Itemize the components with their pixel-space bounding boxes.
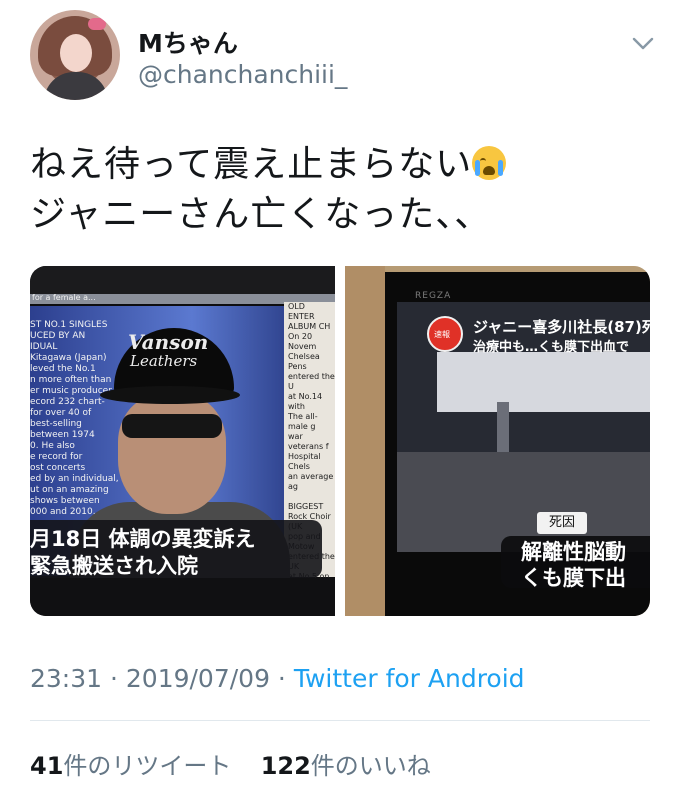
tweet-meta: 23:31 · 2019/07/09 · Twitter for Android bbox=[30, 664, 525, 693]
retweets-label: 件のリツイート bbox=[63, 752, 232, 780]
cause-label: 死因 bbox=[537, 512, 587, 534]
record-text-left: ST NO.1 SINGLES UCED BY AN IDUAL Kitagaw… bbox=[30, 320, 119, 517]
retweets-stat[interactable]: 41件のリツイート bbox=[30, 752, 231, 780]
cap-logo-line-2: Leathers bbox=[130, 352, 198, 370]
avatar-body bbox=[44, 72, 108, 100]
tweet-stats: 41件のリツイート 122件のいいね bbox=[30, 746, 431, 781]
retweets-count: 41 bbox=[30, 752, 64, 780]
tv-frame-top bbox=[30, 266, 335, 294]
user-handle[interactable]: @chanchanchiii_ bbox=[138, 60, 347, 89]
tv-brand: REGZA bbox=[415, 291, 452, 301]
cap-logo-line-1: Vanson bbox=[128, 330, 209, 354]
avatar-face bbox=[60, 34, 92, 72]
tweet-media: for a female a... ST NO.1 SINGLES UCED B… bbox=[30, 266, 650, 616]
tweet-line-2: ジャニーさん亡くなった、、 bbox=[30, 194, 492, 235]
breaking-news-badge: 速報 bbox=[427, 316, 463, 352]
cause-line-2: くも膜下出 bbox=[521, 566, 626, 590]
sunglasses bbox=[122, 414, 222, 438]
avatar-bow bbox=[88, 18, 106, 30]
media-photo-1[interactable]: for a female a... ST NO.1 SINGLES UCED B… bbox=[30, 266, 335, 616]
tweet-header: Mちゃん @chanchanchiii_ bbox=[0, 0, 680, 110]
chevron-down-icon[interactable] bbox=[630, 30, 656, 56]
meta-separator-2: · bbox=[269, 664, 294, 693]
avatar[interactable] bbox=[30, 10, 120, 100]
divider-top bbox=[30, 720, 650, 721]
news-headline: ジャニー喜多川社長(87)死去 bbox=[473, 318, 650, 336]
tweet-source-link[interactable]: Twitter for Android bbox=[294, 664, 525, 693]
person-face bbox=[118, 394, 226, 514]
news-subline: 治療中も…くも膜下出血で bbox=[473, 340, 630, 355]
tweet-time[interactable]: 23:31 bbox=[30, 664, 102, 693]
likes-label: 件のいいね bbox=[310, 752, 431, 780]
loudly-crying-face-icon bbox=[472, 146, 507, 180]
news-caption-line-1: 月18日 体調の異変訴え bbox=[30, 527, 256, 551]
media-photo-2[interactable]: REGZA 速報 ジャニー喜多川社長(87)死去 治療中も…くも膜下出血で 死因… bbox=[345, 266, 650, 616]
tweet-text: ねえ待って震え止まらない ジャニーさん亡くなった、、 bbox=[30, 140, 650, 240]
likes-count: 122 bbox=[260, 752, 311, 780]
wooden-cabinet bbox=[345, 266, 385, 616]
meta-separator: · bbox=[102, 664, 126, 693]
likes-stat[interactable]: 122件のいいね bbox=[261, 752, 431, 780]
tv-frame-bottom bbox=[30, 578, 335, 616]
cap-brim bbox=[100, 386, 240, 404]
tweet-date[interactable]: 2019/07/09 bbox=[126, 664, 270, 693]
tear-right bbox=[498, 160, 504, 176]
screen-window bbox=[437, 352, 650, 412]
tweet-line-1: ねえ待って震え止まらない bbox=[30, 144, 473, 185]
tear-left bbox=[475, 160, 481, 176]
news-caption-line-2: 緊急搬送され入院 bbox=[30, 554, 198, 578]
display-name[interactable]: Mちゃん bbox=[138, 24, 238, 60]
promo-text: for a female a... bbox=[32, 293, 96, 302]
